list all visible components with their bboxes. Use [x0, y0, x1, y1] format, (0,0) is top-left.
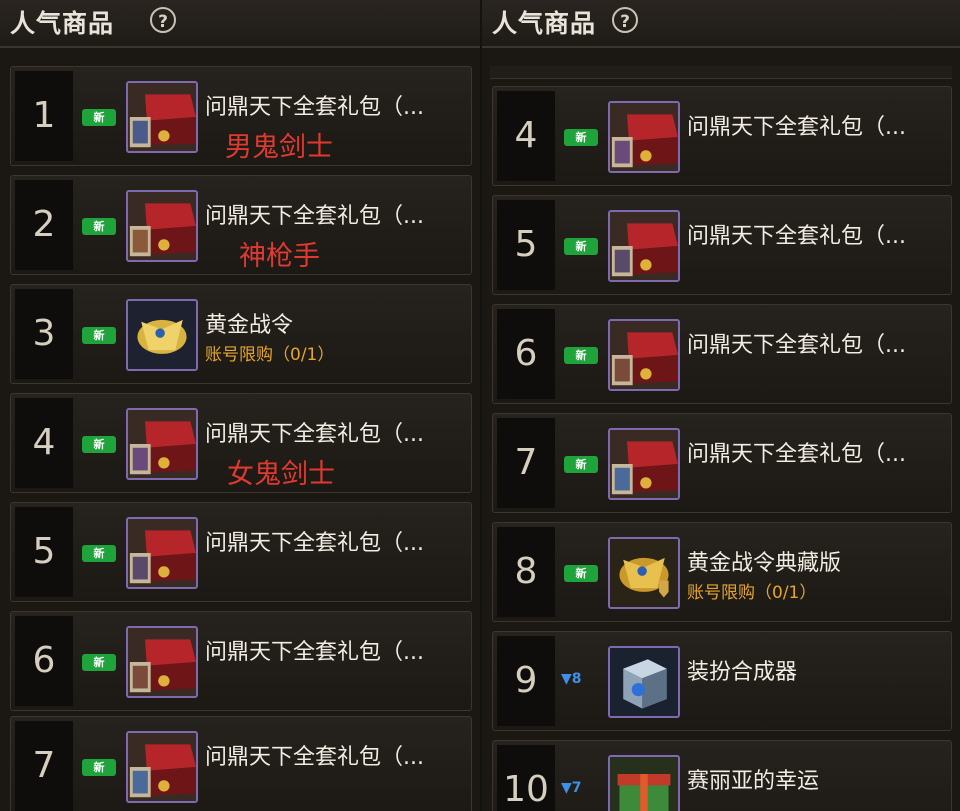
- item-name: 装扮合成器: [687, 660, 798, 685]
- rank-number: 3: [15, 289, 73, 379]
- help-icon[interactable]: ?: [612, 7, 638, 33]
- item-name: 问鼎天下全套礼包（...: [205, 531, 424, 556]
- item-name: 赛丽亚的幸运: [687, 769, 820, 794]
- new-badge: 新: [82, 109, 116, 126]
- item-name: 问鼎天下全套礼包（...: [205, 95, 424, 120]
- ranking-row[interactable]: 4 新 问鼎天下全套礼包（...: [492, 86, 952, 186]
- purchase-limit: 账号限购（0/1）: [687, 583, 817, 603]
- gift-box-icon[interactable]: [126, 81, 198, 153]
- ranking-row[interactable]: 10 ▼7 赛丽亚的幸运: [492, 740, 952, 811]
- rank-number: 6: [497, 309, 555, 399]
- rank-number: 5: [497, 200, 555, 290]
- new-badge: 新: [82, 654, 116, 671]
- new-badge: 新: [564, 565, 598, 582]
- item-name: 问鼎天下全套礼包（...: [205, 422, 424, 447]
- ranking-row[interactable]: 5 新 问鼎天下全套礼包（...: [492, 195, 952, 295]
- purchase-limit: 账号限购（0/1）: [205, 345, 335, 365]
- annotation-label: 女鬼剑士: [227, 459, 335, 490]
- ranking-row[interactable]: 6 新 问鼎天下全套礼包（...: [10, 611, 472, 711]
- gift-box-icon[interactable]: [608, 210, 680, 282]
- new-badge: 新: [564, 456, 598, 473]
- annotation-label: 神枪手: [239, 241, 320, 272]
- ranking-row[interactable]: 1 新 问鼎天下全套礼包（... 男鬼剑士: [10, 66, 472, 166]
- seria-luck-gift-icon[interactable]: [608, 755, 680, 811]
- gift-box-icon[interactable]: [126, 626, 198, 698]
- ranking-row[interactable]: 3 新 黄金战令 账号限购（0/1）: [10, 284, 472, 384]
- ranking-row[interactable]: 5 新 问鼎天下全套礼包（...: [10, 502, 472, 602]
- new-badge: 新: [564, 238, 598, 255]
- gift-box-icon[interactable]: [126, 731, 198, 803]
- rank-number: 8: [497, 527, 555, 617]
- golden-battle-order-icon[interactable]: [126, 299, 198, 371]
- rank-down-indicator: ▼7: [561, 780, 582, 796]
- ranking-row[interactable]: 4 新 问鼎天下全套礼包（... 女鬼剑士: [10, 393, 472, 493]
- gift-box-icon[interactable]: [608, 319, 680, 391]
- ranking-row[interactable]: 6 新 问鼎天下全套礼包（...: [492, 304, 952, 404]
- rank-number: 7: [497, 418, 555, 508]
- new-badge: 新: [82, 218, 116, 235]
- rank-number: 4: [497, 91, 555, 181]
- annotation-label: 男鬼剑士: [225, 132, 333, 163]
- rank-number: 5: [15, 507, 73, 597]
- item-name: 问鼎天下全套礼包（...: [687, 224, 906, 249]
- popular-items-panel-right: 人气商品 ? 4 新 问鼎天下全套礼包（... 5 新 问鼎天下全套礼包（...…: [482, 0, 960, 811]
- ranking-row[interactable]: 8 新 黄金战令典藏版 账号限购（0/1）: [492, 522, 952, 622]
- rank-down-indicator: ▼8: [561, 671, 582, 687]
- new-badge: 新: [82, 545, 116, 562]
- ranking-row[interactable]: 7 新 问鼎天下全套礼包（...: [10, 716, 472, 811]
- item-name: 问鼎天下全套礼包（...: [205, 640, 424, 665]
- gift-box-icon[interactable]: [126, 517, 198, 589]
- new-badge: 新: [564, 347, 598, 364]
- item-name: 黄金战令典藏版: [687, 551, 842, 576]
- rank-number: 7: [15, 721, 73, 811]
- rank-number: 9: [497, 636, 555, 726]
- item-name: 问鼎天下全套礼包（...: [205, 204, 424, 229]
- gift-box-icon[interactable]: [126, 408, 198, 480]
- rank-number: 1: [15, 71, 73, 161]
- popular-items-panel-left: 人气商品 ? 1 新 问鼎天下全套礼包（... 男鬼剑士 2 新 问鼎天下全套礼…: [0, 0, 480, 811]
- new-badge: 新: [564, 129, 598, 146]
- golden-battle-order-icon[interactable]: [608, 537, 680, 609]
- new-badge: 新: [82, 436, 116, 453]
- rank-number: 2: [15, 180, 73, 270]
- gift-box-icon[interactable]: [126, 190, 198, 262]
- item-name: 黄金战令: [205, 313, 294, 338]
- help-icon[interactable]: ?: [150, 7, 176, 33]
- item-name: 问鼎天下全套礼包（...: [687, 333, 906, 358]
- panel-header: 人气商品 ?: [482, 0, 960, 48]
- panel-header: 人气商品 ?: [0, 0, 480, 48]
- ranking-row[interactable]: 2 新 问鼎天下全套礼包（... 神枪手: [10, 175, 472, 275]
- costume-synthesizer-icon[interactable]: [608, 646, 680, 718]
- rank-number: 10: [497, 745, 555, 811]
- rank-number: 6: [15, 616, 73, 706]
- panel-title: 人气商品: [492, 9, 597, 38]
- list-scroll-edge: [490, 66, 952, 79]
- ranking-row[interactable]: 7 新 问鼎天下全套礼包（...: [492, 413, 952, 513]
- item-name: 问鼎天下全套礼包（...: [687, 442, 906, 467]
- rank-number: 4: [15, 398, 73, 488]
- new-badge: 新: [82, 327, 116, 344]
- item-name: 问鼎天下全套礼包（...: [205, 745, 424, 770]
- panel-title: 人气商品: [10, 9, 115, 38]
- new-badge: 新: [82, 759, 116, 776]
- ranking-row[interactable]: 9 ▼8 装扮合成器: [492, 631, 952, 731]
- gift-box-icon[interactable]: [608, 101, 680, 173]
- gift-box-icon[interactable]: [608, 428, 680, 500]
- item-name: 问鼎天下全套礼包（...: [687, 115, 906, 140]
